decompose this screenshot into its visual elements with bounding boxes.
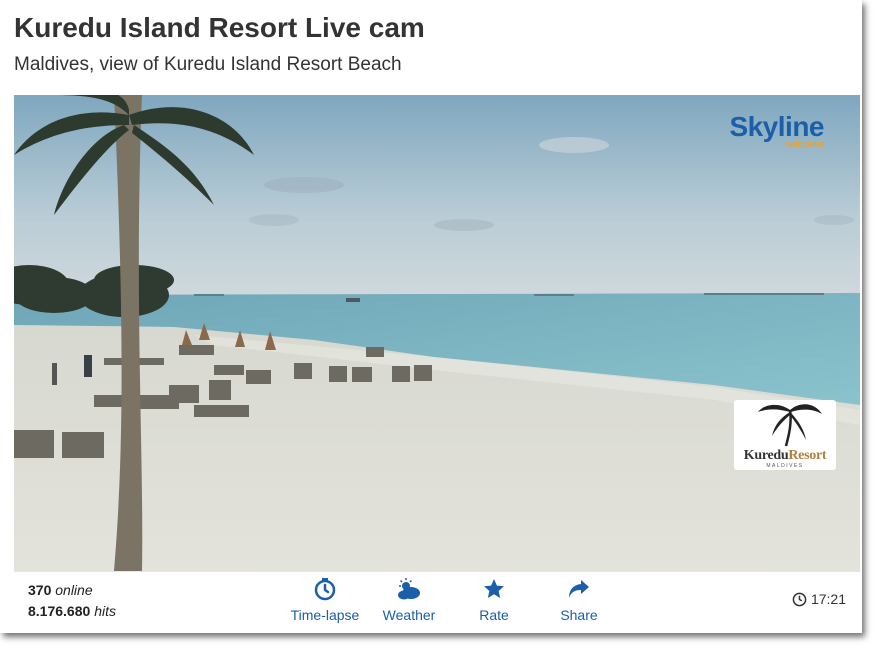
kuredu-resort-logo: KureduResort MALDIVES bbox=[734, 400, 836, 470]
hits-count: 8.176.680 bbox=[28, 603, 91, 619]
hits-label: hits bbox=[94, 603, 116, 619]
clock-icon bbox=[792, 592, 807, 606]
time-text: 17:21 bbox=[810, 591, 846, 607]
timelapse-button[interactable]: Time-lapse bbox=[283, 576, 367, 623]
share-label: Share bbox=[560, 607, 598, 623]
online-count: 370 bbox=[28, 582, 52, 598]
beach-scene-image bbox=[14, 95, 860, 571]
share-button[interactable]: Share bbox=[537, 576, 621, 623]
page-subtitle: Maldives, view of Kuredu Island Resort B… bbox=[14, 54, 402, 75]
skyline-brand-text: Skyline bbox=[729, 111, 824, 142]
timelapse-icon bbox=[314, 578, 336, 601]
weather-label: Weather bbox=[382, 607, 436, 623]
page-title: Kuredu Island Resort Live cam bbox=[14, 12, 425, 43]
timelapse-label: Time-lapse bbox=[290, 607, 360, 623]
weather-icon bbox=[398, 578, 420, 600]
share-icon bbox=[569, 580, 589, 598]
palm-logo-icon bbox=[758, 404, 822, 447]
webcam-video[interactable]: Skyline webcams KureduResort MALDIVES bbox=[14, 95, 860, 571]
kuredu-brand-text: KureduResort bbox=[743, 448, 827, 463]
weather-button[interactable]: Weather bbox=[367, 576, 451, 623]
kuredu-place-text: MALDIVES bbox=[766, 463, 804, 469]
rate-label: Rate bbox=[479, 607, 509, 623]
rate-button[interactable]: Rate bbox=[452, 576, 536, 623]
local-time: 17:21 bbox=[792, 591, 846, 607]
viewer-stats: 370 online 8.176.680 hits bbox=[28, 580, 116, 622]
skyline-webcams-logo: Skyline webcams bbox=[729, 111, 824, 150]
webcam-card: Kuredu Island Resort Live cam Maldives, … bbox=[0, 0, 862, 633]
online-label: online bbox=[55, 582, 93, 598]
webcam-footer: 370 online 8.176.680 hits Time-lapse Wea… bbox=[14, 571, 860, 624]
star-icon bbox=[484, 579, 504, 598]
